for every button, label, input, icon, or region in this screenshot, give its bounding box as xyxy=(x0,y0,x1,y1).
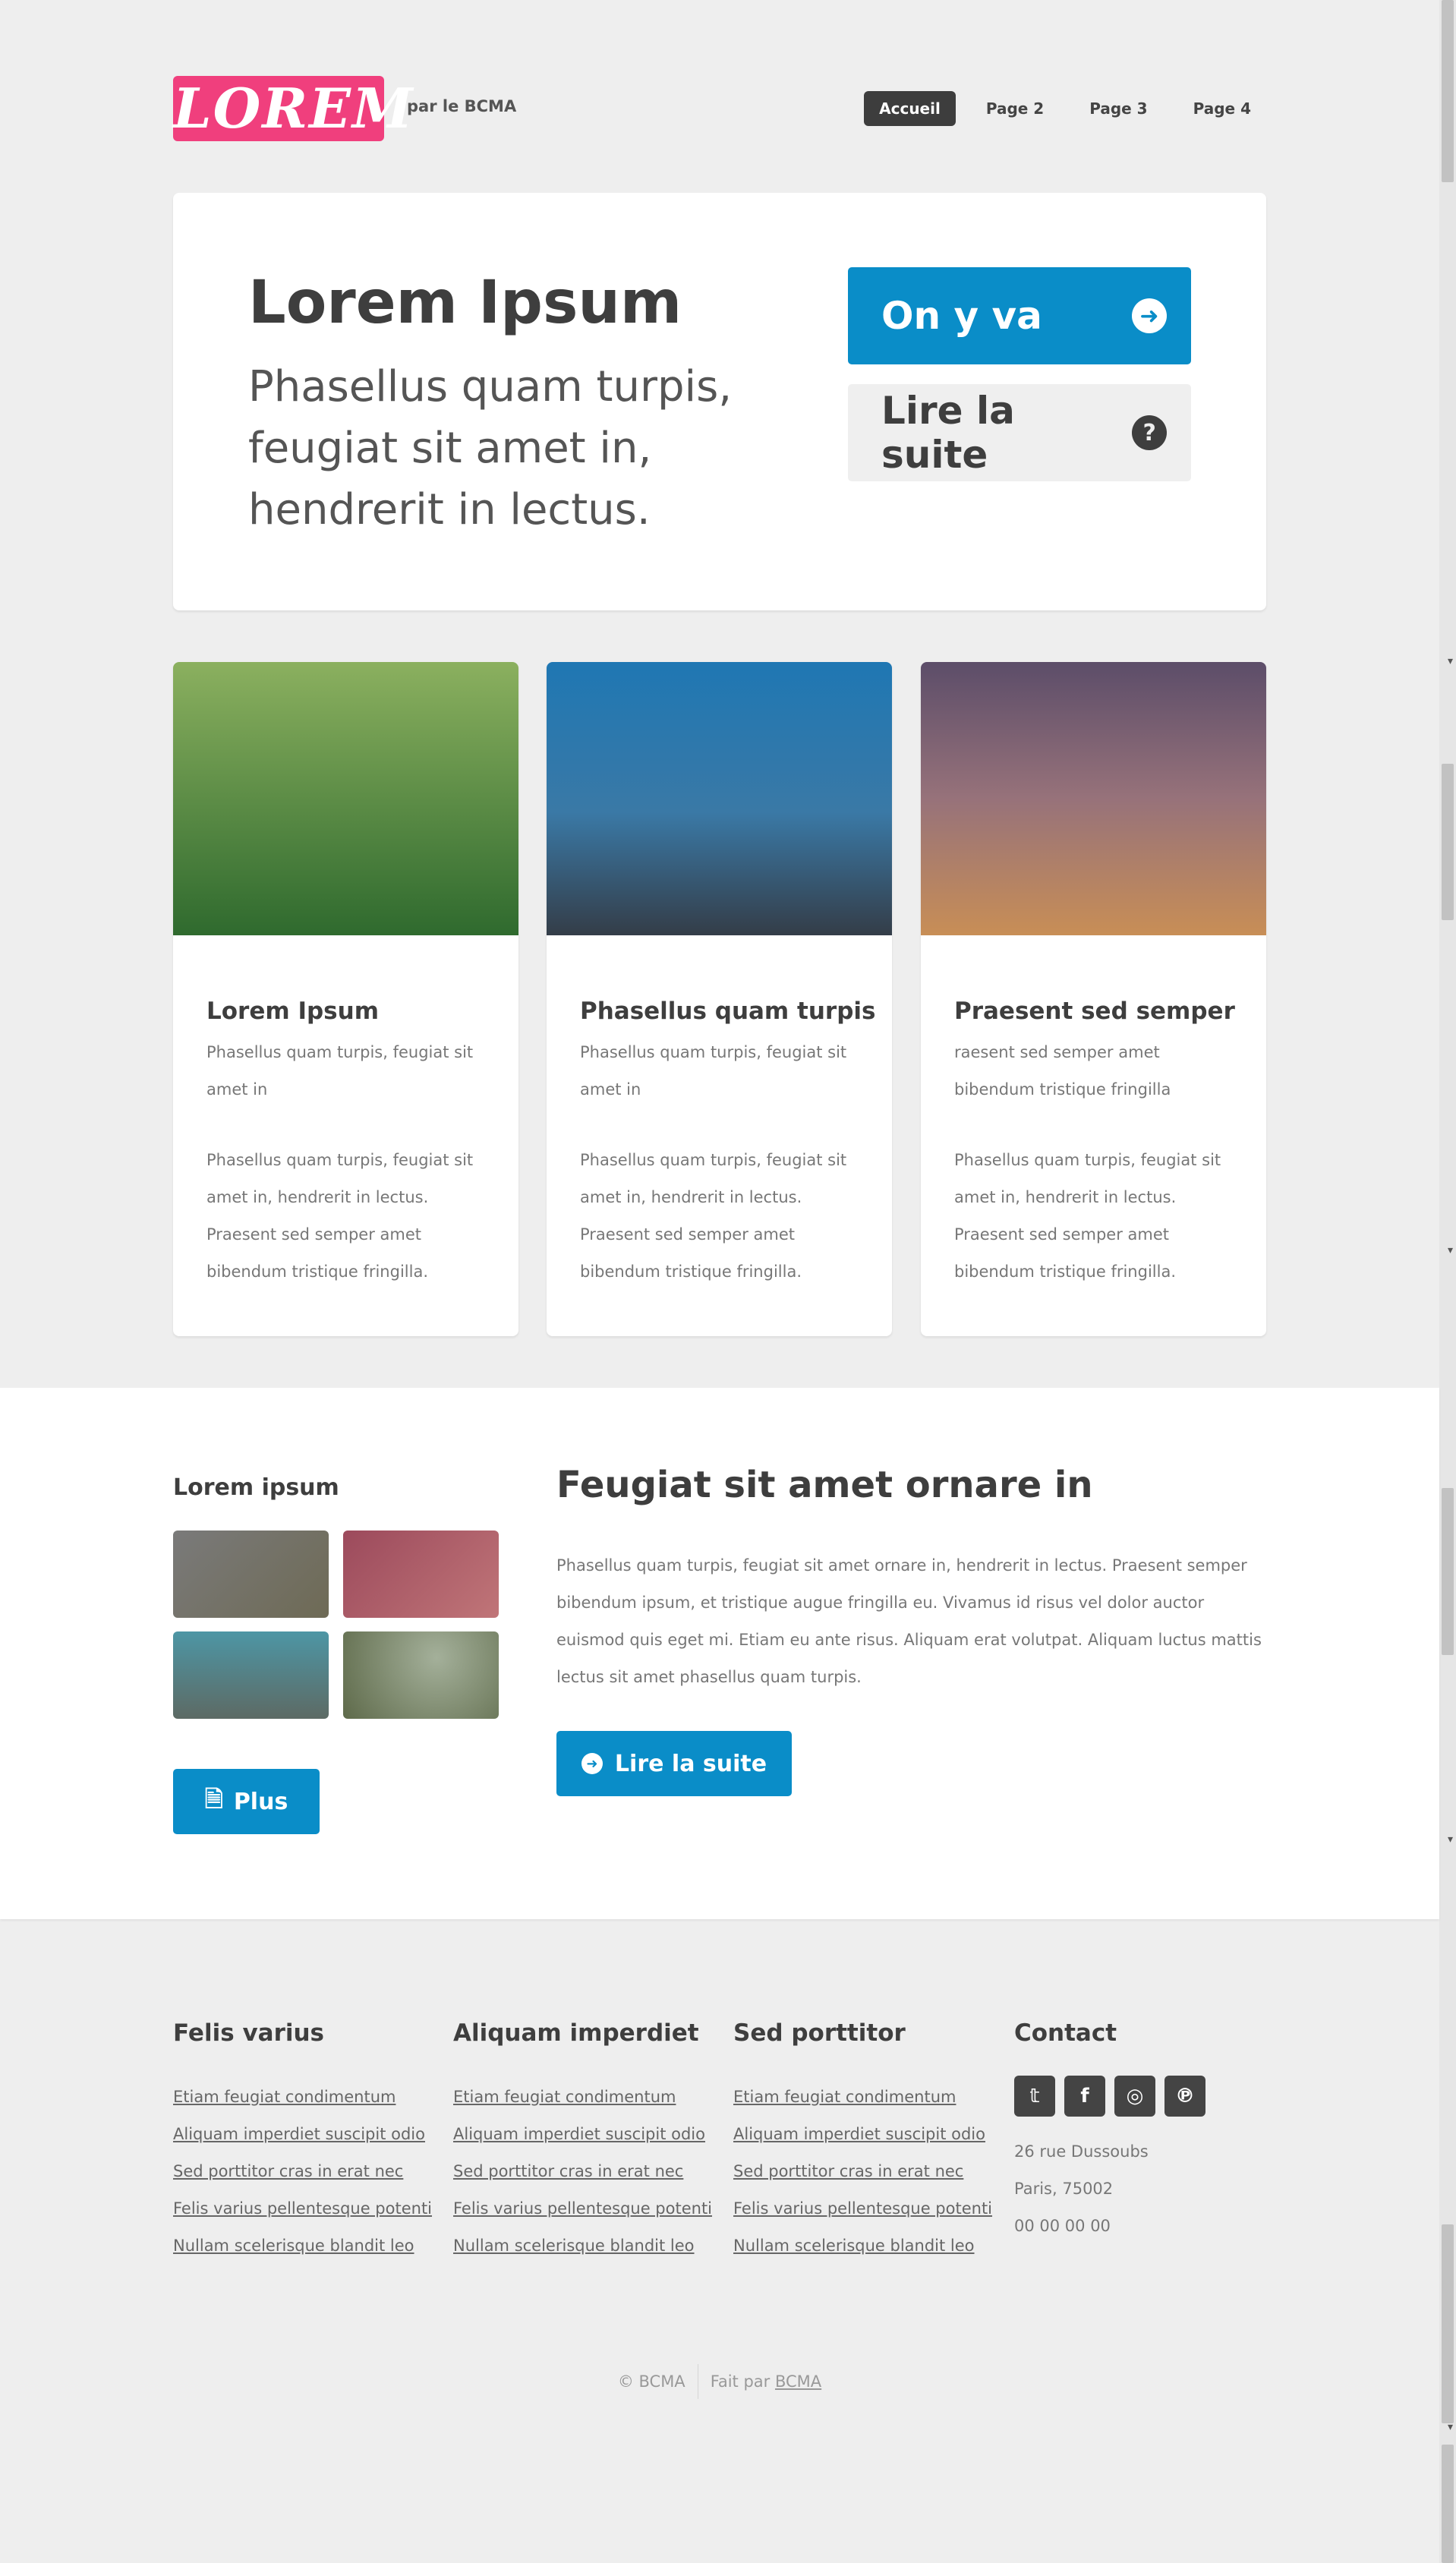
footer-link[interactable]: Etiam feugiat condimentum xyxy=(453,2079,734,2116)
scrollbar-thumb[interactable] xyxy=(1442,2224,1454,2423)
question-circle-icon: ? xyxy=(1132,415,1167,450)
contact-phone: 00 00 00 00 xyxy=(1014,2217,1111,2235)
footer-column-title: Aliquam imperdiet xyxy=(453,2019,699,2047)
footer-link[interactable]: Felis varius pellentesque potenti xyxy=(173,2190,454,2227)
scroll-down-arrow-icon[interactable]: ▾ xyxy=(1448,1834,1453,1845)
footer-link[interactable]: Felis varius pellentesque potenti xyxy=(733,2190,1014,2227)
contact-address: 26 rue Dussoubs xyxy=(1014,2142,1149,2161)
footer-link[interactable]: Aliquam imperdiet suscipit odio xyxy=(453,2116,734,2153)
instagram-icon[interactable]: ◎ xyxy=(1114,2076,1155,2117)
card-title: Lorem Ipsum xyxy=(206,998,380,1025)
footer-link[interactable]: Nullam scelerisque blandit leo xyxy=(453,2227,734,2265)
hero-title: Lorem Ipsum xyxy=(248,269,682,337)
scroll-down-arrow-icon[interactable]: ▾ xyxy=(1448,656,1453,667)
contact-city: Paris, 75002 xyxy=(1014,2180,1114,2198)
lire-la-suite-label: Lire la suite xyxy=(881,389,1015,477)
copyright-text: © BCMA xyxy=(617,2372,685,2391)
footer-column-title: Sed porttitor xyxy=(733,2019,906,2047)
card: Phasellus quam turpis Phasellus quam tur… xyxy=(547,662,892,1336)
feature-section: Lorem ipsum 🗎 Plus Feugiat sit amet orna… xyxy=(0,1388,1439,1919)
nav-item-page-4[interactable]: Page 4 xyxy=(1178,91,1266,126)
footer-link[interactable]: Sed porttitor cras in erat nec xyxy=(173,2153,454,2190)
scrollbar-thumb[interactable] xyxy=(1442,2445,1454,2563)
social-links: 𝕥 f ◎ ℗ xyxy=(1014,2076,1265,2117)
site-header: LOREM par le BCMA Accueil Page 2 Page 3 … xyxy=(173,76,1266,141)
card-title: Phasellus quam turpis xyxy=(580,998,876,1025)
footer-link[interactable]: Nullam scelerisque blandit leo xyxy=(173,2227,454,2265)
card-image[interactable] xyxy=(173,662,518,935)
card-image[interactable] xyxy=(547,662,892,935)
gallery-thumbnail[interactable] xyxy=(173,1531,329,1618)
footer-link[interactable]: Etiam feugiat condimentum xyxy=(173,2079,454,2116)
twitter-icon[interactable]: 𝕥 xyxy=(1014,2076,1055,2117)
pinterest-icon[interactable]: ℗ xyxy=(1164,2076,1205,2117)
logo[interactable]: LOREM xyxy=(173,76,413,141)
card-image[interactable] xyxy=(921,662,1266,935)
card: Lorem Ipsum Phasellus quam turpis, feugi… xyxy=(173,662,518,1336)
nav-item-page-2[interactable]: Page 2 xyxy=(971,91,1059,126)
card-body: Phasellus quam turpis, feugiat sit amet … xyxy=(580,1151,847,1281)
scrollbar-thumb[interactable] xyxy=(1442,764,1454,920)
made-by-prefix: Fait par xyxy=(710,2372,771,2391)
feature-title: Feugiat sit amet ornare in xyxy=(556,1464,1093,1506)
card-subtitle: Phasellus quam turpis, feugiat sit amet … xyxy=(580,1043,847,1099)
card: Praesent sed semper raesent sed semper a… xyxy=(921,662,1266,1336)
card-body: Phasellus quam turpis, feugiat sit amet … xyxy=(954,1151,1221,1281)
gallery-thumbnail[interactable] xyxy=(343,1631,499,1719)
copyright-bar: © BCMA Fait par BCMA xyxy=(0,2364,1439,2399)
arrow-right-circle-icon: ➜ xyxy=(1132,298,1167,333)
lire-la-suite-button[interactable]: Lire la suite ? xyxy=(848,384,1191,481)
footer-link[interactable]: Sed porttitor cras in erat nec xyxy=(733,2153,1014,2190)
card-title: Praesent sed semper xyxy=(954,998,1235,1025)
footer-link[interactable]: Aliquam imperdiet suscipit odio xyxy=(733,2116,1014,2153)
scrollbar-thumb[interactable] xyxy=(1442,0,1454,182)
scrollbar[interactable] xyxy=(1439,0,1456,2563)
footer-column: Aliquam imperdiet Etiam feugiat condimen… xyxy=(453,2019,734,2265)
made-by-link[interactable]: BCMA xyxy=(775,2372,821,2391)
nav-item-page-3[interactable]: Page 3 xyxy=(1074,91,1162,126)
gallery-thumbnail[interactable] xyxy=(173,1631,329,1719)
footer-contact: Contact 𝕥 f ◎ ℗ 26 rue Dussoubs Paris, 7… xyxy=(1014,2019,1265,2245)
footer-link[interactable]: Felis varius pellentesque potenti xyxy=(453,2190,734,2227)
footer-column: Felis varius Etiam feugiat condimentum A… xyxy=(173,2019,454,2265)
nav-item-accueil[interactable]: Accueil xyxy=(864,91,956,126)
feature-button-label: Lire la suite xyxy=(614,1750,767,1777)
plus-label: Plus xyxy=(233,1788,288,1815)
card-body: Phasellus quam turpis, feugiat sit amet … xyxy=(206,1151,474,1281)
on-y-va-label: On y va xyxy=(881,294,1042,338)
card-subtitle: raesent sed semper amet bibendum tristiq… xyxy=(954,1043,1171,1099)
footer-link[interactable]: Etiam feugiat condimentum xyxy=(733,2079,1014,2116)
on-y-va-button[interactable]: On y va ➜ xyxy=(848,267,1191,364)
hero-panel: Lorem Ipsum Phasellus quam turpis, feugi… xyxy=(173,193,1266,610)
plus-button[interactable]: 🗎 Plus xyxy=(173,1769,320,1834)
tagline: par le BCMA xyxy=(407,97,517,115)
scroll-down-arrow-icon[interactable]: ▾ xyxy=(1448,1245,1453,1256)
scrollbar-thumb[interactable] xyxy=(1442,1488,1454,1655)
document-icon: 🗎 xyxy=(204,1786,223,1813)
footer-link[interactable]: Sed porttitor cras in erat nec xyxy=(453,2153,734,2190)
gallery-heading: Lorem ipsum xyxy=(173,1474,339,1501)
feature-lire-la-suite-button[interactable]: ➜ Lire la suite xyxy=(556,1731,792,1796)
gallery-thumbnail[interactable] xyxy=(343,1531,499,1618)
footer-link[interactable]: Nullam scelerisque blandit leo xyxy=(733,2227,1014,2265)
main-nav: Accueil Page 2 Page 3 Page 4 xyxy=(864,91,1266,126)
contact-title: Contact xyxy=(1014,2019,1117,2047)
footer-link[interactable]: Aliquam imperdiet suscipit odio xyxy=(173,2116,454,2153)
footer-column: Sed porttitor Etiam feugiat condimentum … xyxy=(733,2019,1014,2265)
card-subtitle: Phasellus quam turpis, feugiat sit amet … xyxy=(206,1043,474,1099)
arrow-right-circle-icon: ➜ xyxy=(581,1753,603,1774)
feature-text: Phasellus quam turpis, feugiat sit amet … xyxy=(556,1556,1262,1686)
footer-column-title: Felis varius xyxy=(173,2019,325,2047)
hero-subtitle: Phasellus quam turpis, feugiat sit amet … xyxy=(248,362,733,534)
facebook-icon[interactable]: f xyxy=(1064,2076,1105,2117)
scroll-down-arrow-icon[interactable]: ▾ xyxy=(1448,2422,1453,2432)
